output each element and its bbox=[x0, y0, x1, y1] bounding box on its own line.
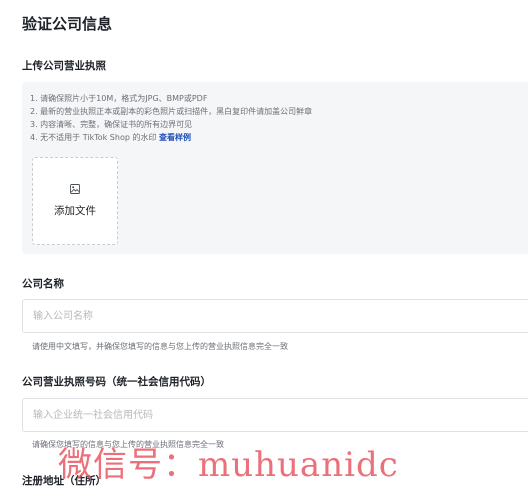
license-number-hint: 请确保您填写的信息与您上传的营业执照信息完全一致 bbox=[32, 440, 224, 449]
verify-company-page: 验证公司信息 上传公司营业执照 1. 请确保照片小于10M，格式为JPG、BMP… bbox=[0, 0, 528, 499]
company-name-label: 公司名称 bbox=[22, 278, 64, 290]
upload-requirements: 1. 请确保照片小于10M，格式为JPG、BMP或PDF 2. 最新的营业执照正… bbox=[30, 92, 312, 144]
company-name-input[interactable] bbox=[22, 299, 528, 333]
address-label: 注册地址（住所） bbox=[22, 475, 106, 487]
requirement-item: 2. 最新的营业执照正本或副本的彩色照片或扫描件，黑白复印件请加盖公司鲜章 bbox=[30, 107, 313, 116]
company-name-hint: 请使用中文填写，并确保您填写的信息与您上传的营业执照信息完全一致 bbox=[32, 342, 288, 351]
license-upload-label: 上传公司营业执照 bbox=[22, 60, 106, 72]
view-example-link[interactable]: 查看样例 bbox=[159, 133, 191, 142]
requirement-item: 3. 内容清晰、完整，确保证书的所有边界可见 bbox=[30, 120, 193, 129]
add-file-button[interactable]: 添加文件 bbox=[32, 157, 118, 245]
license-number-label: 公司营业执照号码（统一社会信用代码） bbox=[22, 376, 211, 388]
requirement-item: 4. 无不适用于 TikTok Shop 的水印 查看样例 bbox=[30, 131, 312, 144]
page-title: 验证公司信息 bbox=[22, 15, 113, 33]
add-file-label: 添加文件 bbox=[54, 205, 96, 217]
upload-panel: 1. 请确保照片小于10M，格式为JPG、BMP或PDF 2. 最新的营业执照正… bbox=[22, 82, 528, 254]
image-upload-icon bbox=[70, 184, 80, 194]
license-number-input[interactable] bbox=[22, 398, 528, 432]
requirement-item: 1. 请确保照片小于10M，格式为JPG、BMP或PDF bbox=[30, 94, 208, 103]
requirement-text: 4. 无不适用于 TikTok Shop 的水印 bbox=[30, 133, 160, 142]
